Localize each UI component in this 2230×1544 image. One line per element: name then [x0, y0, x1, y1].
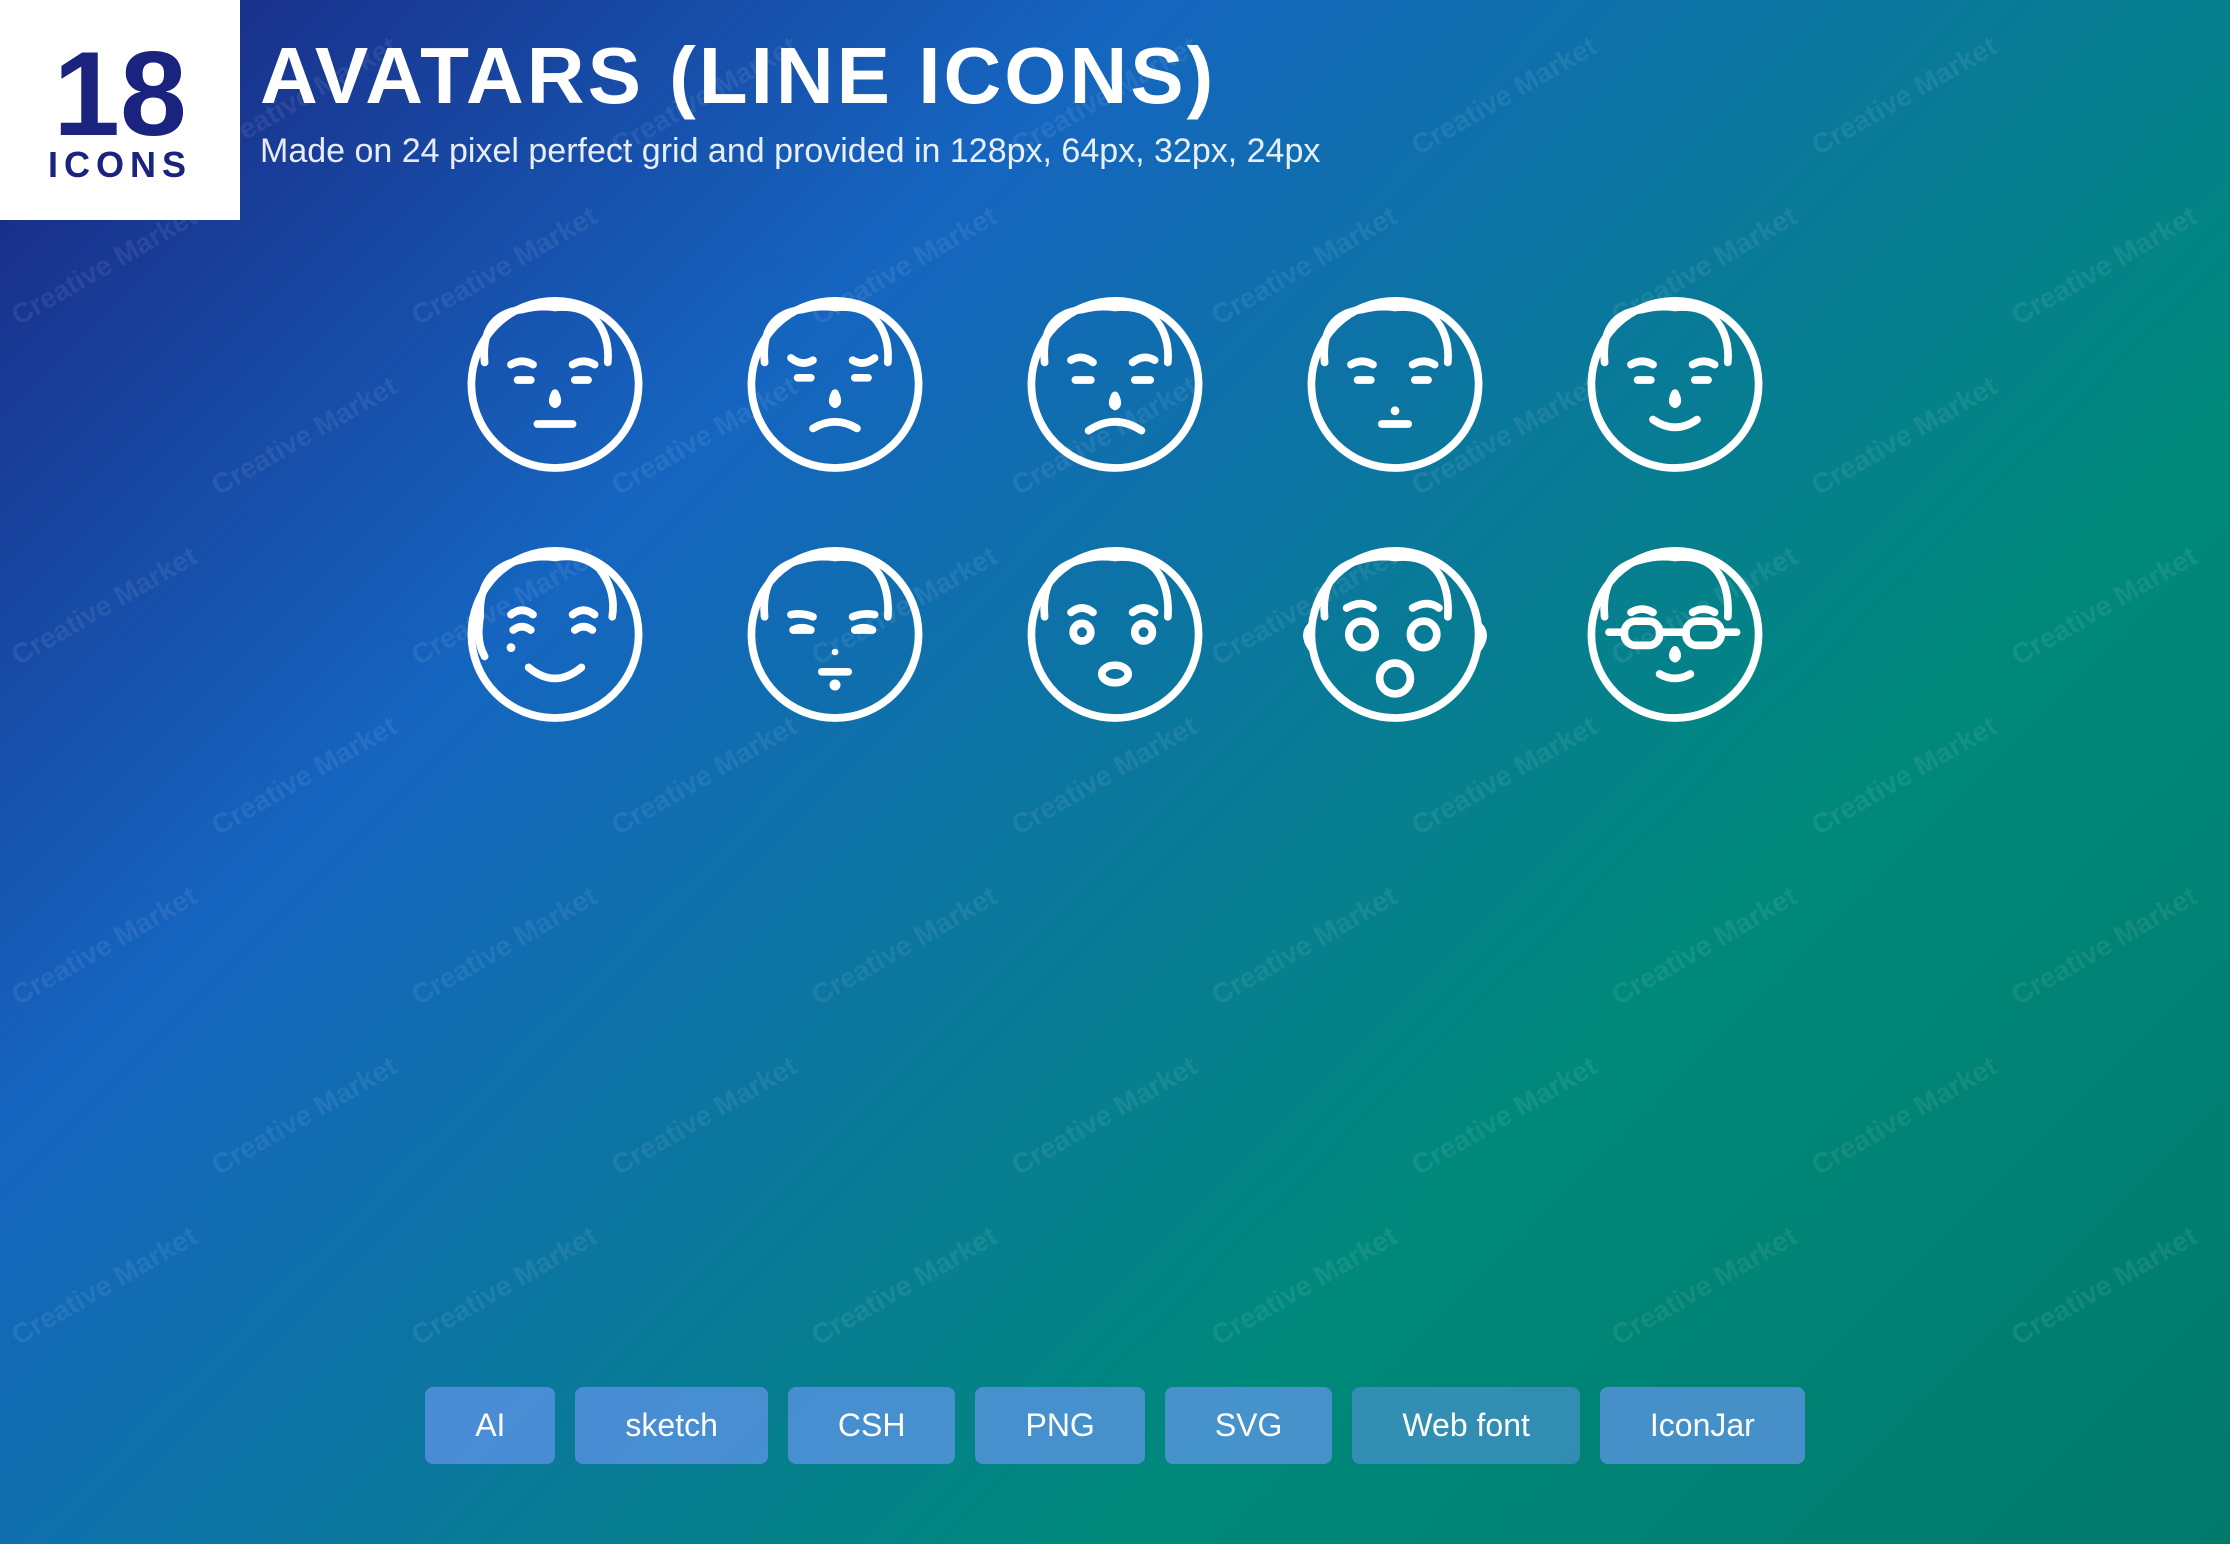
format-badges-row: AI sketch CSH PNG SVG Web font IconJar — [0, 1387, 2230, 1464]
format-badge-svg[interactable]: SVG — [1165, 1387, 1333, 1464]
icons-grid — [0, 270, 2230, 740]
format-badge-ai[interactable]: AI — [425, 1387, 555, 1464]
format-badge-csh[interactable]: CSH — [788, 1387, 956, 1464]
avatar-thoughtful-icon — [1285, 270, 1505, 490]
avatar-glasses-icon — [1565, 520, 1785, 740]
avatar-happy-icon — [445, 520, 665, 740]
icons-row-2 — [445, 520, 1785, 740]
avatar-shocked-icon — [1285, 520, 1505, 740]
avatar-sleepy-icon — [725, 520, 945, 740]
watermark-overlay: Creative Market Creative Market Creative… — [0, 0, 2230, 1544]
format-badge-png[interactable]: PNG — [975, 1387, 1144, 1464]
page-subtitle: Made on 24 pixel perfect grid and provid… — [260, 132, 1320, 171]
header: AVATARS (LINE ICONS) Made on 24 pixel pe… — [260, 30, 1320, 171]
badge-label: ICONS — [48, 144, 192, 186]
avatar-surprised-icon — [1005, 520, 1225, 740]
page-title: AVATARS (LINE ICONS) — [260, 30, 1320, 122]
icon-count-badge: 18 ICONS — [0, 0, 240, 220]
format-badge-sketch[interactable]: sketch — [575, 1387, 767, 1464]
avatar-frown-icon — [1005, 270, 1225, 490]
badge-number: 18 — [53, 34, 186, 154]
main-background: Creative Market Creative Market Creative… — [0, 0, 2230, 1544]
avatar-neutral-icon — [445, 270, 665, 490]
format-badge-webfont[interactable]: Web font — [1352, 1387, 1579, 1464]
format-badge-iconjar[interactable]: IconJar — [1600, 1387, 1805, 1464]
icons-row-1 — [445, 270, 1785, 490]
avatar-sad-icon — [725, 270, 945, 490]
avatar-smile-icon — [1565, 270, 1785, 490]
